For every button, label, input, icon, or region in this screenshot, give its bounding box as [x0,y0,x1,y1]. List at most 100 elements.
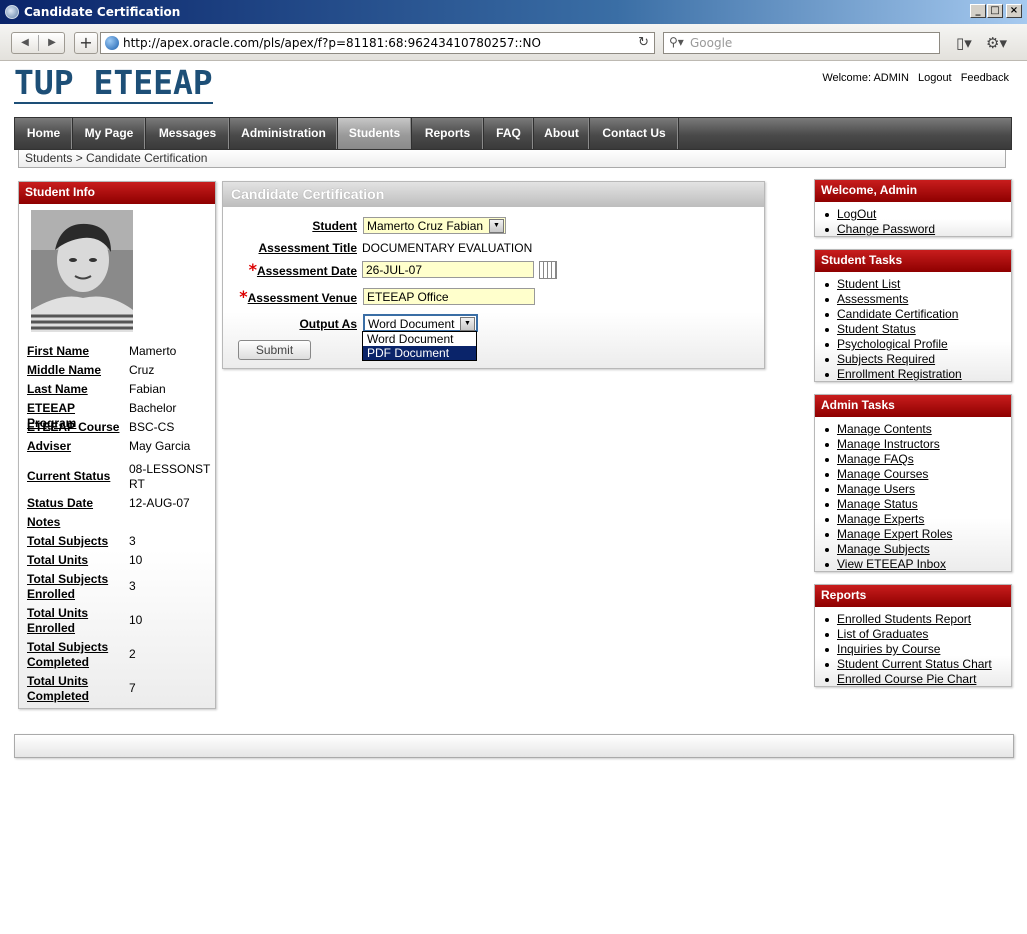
submit-button[interactable]: Submit [238,340,311,360]
assessment-date-label-wrap: *Assessment Date [223,260,357,279]
enrolled-students-report-link[interactable]: Enrolled Students Report [825,612,1011,627]
admin-tasks-title: Admin Tasks [815,395,1011,417]
info-label: First Name [27,344,90,358]
student-info-title: Student Info [19,182,215,204]
status-chart-link[interactable]: Student Current Status Chart [825,657,1011,672]
search-input[interactable]: ⚲▾ Google [663,32,940,54]
student-list-link[interactable]: Student List [825,277,1011,292]
student-select-value: Mamerto Cruz Fabian [367,219,484,233]
calendar-icon[interactable] [539,261,557,279]
info-label: Status Date [27,496,94,510]
output-as-dropdown-list: Word Document PDF Document [362,331,477,361]
manage-courses-link[interactable]: Manage Courses [825,467,1011,482]
tab-administration[interactable]: Administration [230,118,338,149]
address-url: http://apex.oracle.com/pls/apex/f?p=8118… [123,36,541,50]
welcome-region: Welcome, Admin LogOut Change Password [814,179,1012,237]
page-menu-icon[interactable]: ▯▾ [956,34,972,52]
manage-status-link[interactable]: Manage Status [825,497,1011,512]
info-value: 2 [129,647,136,661]
top-links: Welcome: ADMIN Logout Feedback [816,72,1009,84]
add-bookmark-icon[interactable]: + [74,32,98,54]
dropdown-option-word[interactable]: Word Document [363,332,476,346]
info-label: Total Units Enrolled [27,606,89,635]
dropdown-option-pdf[interactable]: PDF Document [363,346,476,360]
tab-faq[interactable]: FAQ [484,118,534,149]
info-value: 10 [129,613,143,627]
feedback-link[interactable]: Feedback [961,72,1009,84]
maximize-icon[interactable]: □ [987,4,1003,18]
assessments-link[interactable]: Assessments [825,292,1011,307]
student-info-region: Student Info First Name Mamerto Middle Na… [18,181,216,709]
tab-reports[interactable]: Reports [412,118,484,149]
change-password-link[interactable]: Change Password [825,222,1011,237]
reports-region: Reports Enrolled Students Report List of… [814,584,1012,687]
manage-users-link[interactable]: Manage Users [825,482,1011,497]
student-select[interactable]: Mamerto Cruz Fabian ▼ [363,217,506,234]
student-status-link[interactable]: Student Status [825,322,1011,337]
info-label: Total Units Completed [27,674,90,703]
minimize-icon[interactable]: _ [970,4,986,18]
tab-contact-us[interactable]: Contact Us [590,118,679,149]
assessment-date-label: Assessment Date [256,264,357,278]
nav-buttons: ◀ ▶ [11,32,65,54]
candidate-certification-region: Candidate Certification Student Mamerto … [222,181,765,369]
logout-link[interactable]: LogOut [825,207,1011,222]
admin-tasks-links: Manage Contents Manage Instructors Manag… [815,417,1011,572]
gear-icon[interactable]: ⚙▾ [986,34,1007,52]
assessment-title-label: Assessment Title [258,241,358,255]
assessment-venue-input[interactable]: ETEEAP Office [363,288,535,305]
manage-contents-link[interactable]: Manage Contents [825,422,1011,437]
subjects-required-link[interactable]: Subjects Required [825,352,1011,367]
breadcrumb[interactable]: Students > Candidate Certification [18,150,1006,168]
info-label: Notes [27,515,61,529]
tab-about[interactable]: About [534,118,590,149]
info-label: Current Status [27,469,111,483]
psychological-profile-link[interactable]: Psychological Profile [825,337,1011,352]
tab-home[interactable]: Home [15,118,73,149]
required-marker: * [239,287,248,306]
inquiries-by-course-link[interactable]: Inquiries by Course [825,642,1011,657]
student-photo [31,210,133,332]
reload-icon[interactable]: ↻ [638,35,649,50]
site-logo[interactable]: TUP ETEEAP [14,64,213,104]
student-tasks-title: Student Tasks [815,250,1011,272]
info-value: 3 [129,579,136,593]
info-value: Cruz [129,363,155,377]
window-title: Candidate Certification [24,5,181,19]
logout-link[interactable]: Logout [918,72,952,84]
form-title: Candidate Certification [223,182,764,207]
tab-students[interactable]: Students [338,118,412,149]
address-bar[interactable]: http://apex.oracle.com/pls/apex/f?p=8118… [100,32,655,54]
student-tasks-links: Student List Assessments Candidate Certi… [815,272,1011,382]
output-as-select[interactable]: Word Document ▼ [363,314,478,332]
info-value: 12-AUG-07 [129,496,190,510]
forward-icon[interactable]: ▶ [39,33,65,53]
browser-toolbar: ◀ ▶ + http://apex.oracle.com/pls/apex/f?… [0,24,1027,61]
back-icon[interactable]: ◀ [12,33,38,53]
tab-messages[interactable]: Messages [146,118,230,149]
info-value: BSC-CS [129,420,175,434]
welcome-text: Welcome: ADMIN [822,72,909,84]
candidate-certification-link[interactable]: Candidate Certification [825,307,1011,322]
info-value: 10 [129,553,143,567]
output-as-value: Word Document [368,317,455,331]
manage-experts-link[interactable]: Manage Experts [825,512,1011,527]
info-value: Bachelor [129,401,177,415]
info-value: 3 [129,534,136,548]
list-of-graduates-link[interactable]: List of Graduates [825,627,1011,642]
reports-title: Reports [815,585,1011,607]
search-icon: ⚲▾ [669,35,684,49]
manage-faqs-link[interactable]: Manage FAQs [825,452,1011,467]
close-icon[interactable]: × [1006,4,1022,18]
assessment-venue-label: Assessment Venue [247,291,357,305]
window-titlebar: Candidate Certification _ □ × [0,0,1027,24]
enrollment-registration-link[interactable]: Enrollment Registration [825,367,1011,382]
manage-instructors-link[interactable]: Manage Instructors [825,437,1011,452]
info-label: ETEEAP Course [27,420,120,434]
tab-my-page[interactable]: My Page [73,118,146,149]
assessment-date-input[interactable]: 26-JUL-07 [362,261,534,278]
manage-subjects-link[interactable]: Manage Subjects [825,542,1011,557]
manage-expert-roles-link[interactable]: Manage Expert Roles [825,527,1011,542]
course-pie-chart-link[interactable]: Enrolled Course Pie Chart [825,672,1011,687]
view-inbox-link[interactable]: View ETEEAP Inbox [825,557,1011,572]
